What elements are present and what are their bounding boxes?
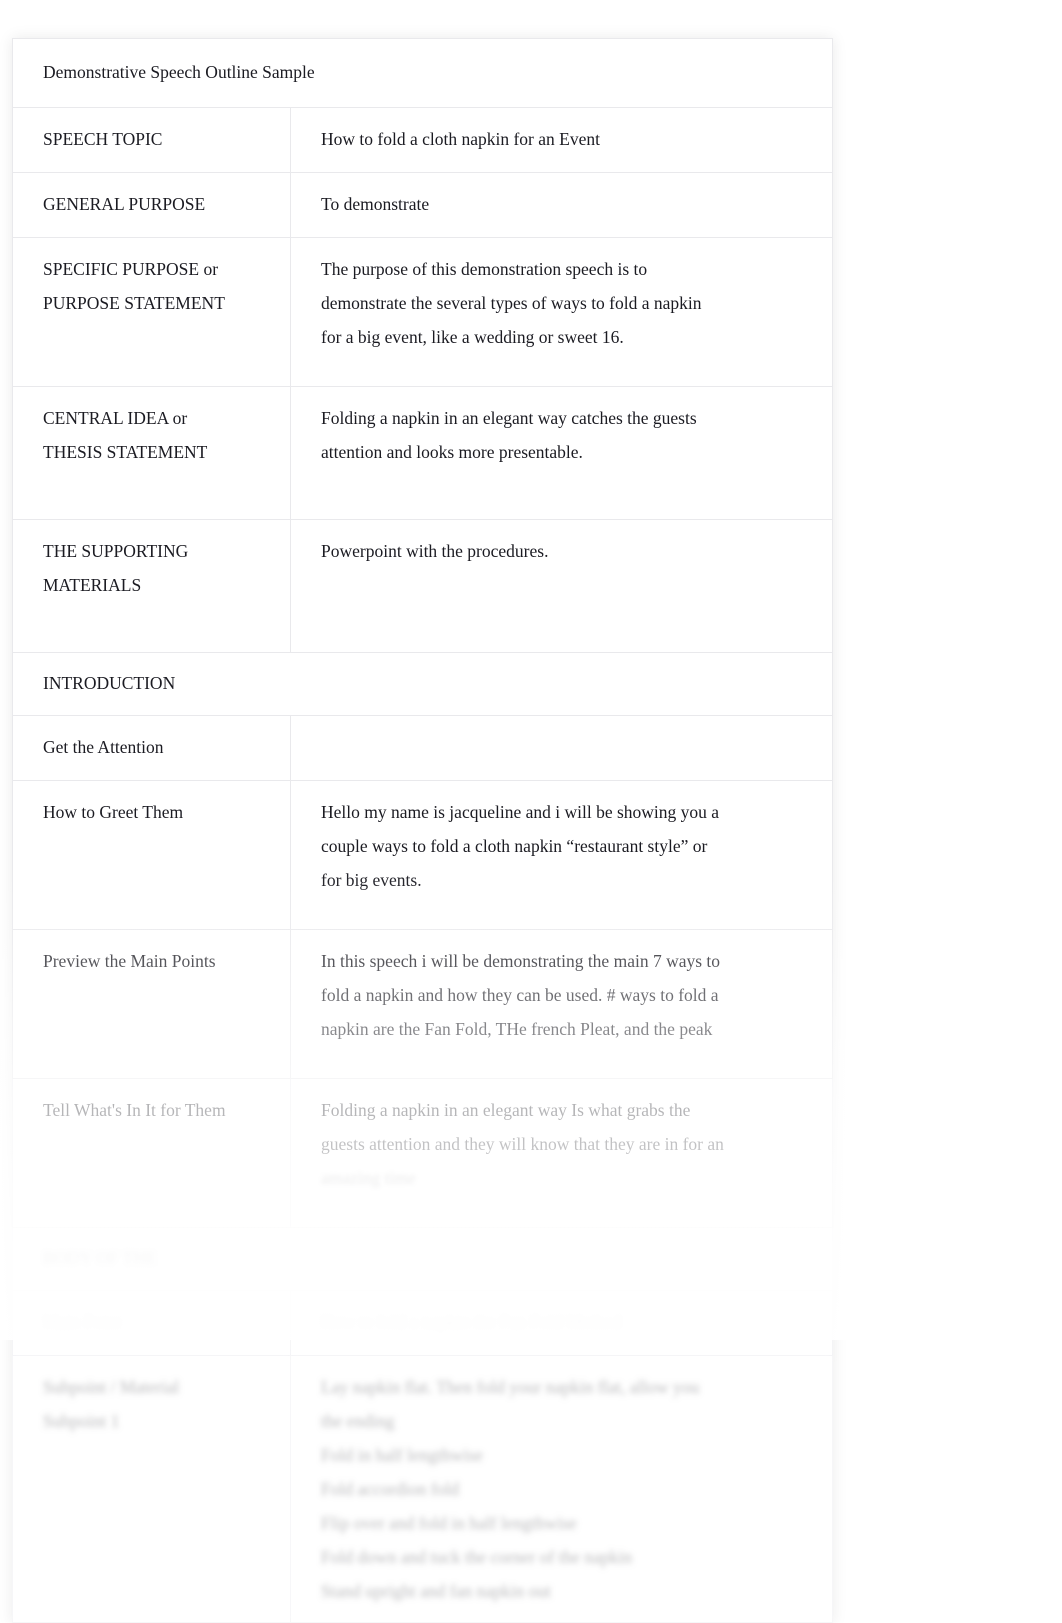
table-row: Get the Attention bbox=[12, 715, 834, 781]
value-line: the ending bbox=[321, 1411, 395, 1431]
value-line: for big events. bbox=[321, 870, 422, 890]
value-line: Fold accordion fold bbox=[321, 1479, 460, 1499]
table-row: Tell What's In It for Them Folding a nap… bbox=[12, 1078, 834, 1228]
row-label: Get the Attention bbox=[12, 715, 291, 781]
row-value bbox=[289, 715, 834, 781]
value-line: demonstrate the several types of ways to… bbox=[321, 293, 702, 313]
table-row-section-introduction: INTRODUCTION bbox=[11, 652, 834, 716]
row-label: How to Greet Them bbox=[12, 780, 291, 930]
document-title: Demonstrative Speech Outline Sample bbox=[11, 38, 834, 108]
value-line: Fold in half lengthwise bbox=[321, 1445, 483, 1465]
value-line: guests attention and they will know that… bbox=[321, 1134, 724, 1154]
section-header-introduction: INTRODUCTION bbox=[11, 652, 834, 716]
table-row: CENTRAL IDEA or THESIS STATEMENT Folding… bbox=[12, 386, 834, 520]
value-line: napkin are the Fan Fold, THe french Plea… bbox=[321, 1019, 713, 1039]
value-line: amazing time bbox=[321, 1168, 416, 1188]
value-line: How to fold a napkin the Fan Fold Method bbox=[321, 1312, 622, 1332]
table-row: Preview the Main Points In this speech i… bbox=[12, 929, 834, 1079]
row-value: Lay napkin flat. Then fold your napkin f… bbox=[289, 1355, 834, 1623]
label-line: Subpoint / Material bbox=[43, 1377, 180, 1397]
row-value: To demonstrate bbox=[289, 172, 834, 238]
value-line: couple ways to fold a cloth napkin “rest… bbox=[321, 836, 708, 856]
speech-outline-table: Demonstrative Speech Outline Sample SPEE… bbox=[11, 38, 834, 1623]
label-line: THE SUPPORTING bbox=[43, 541, 189, 561]
document-page: Demonstrative Speech Outline Sample SPEE… bbox=[0, 0, 1062, 1623]
row-value: Folding a napkin in an elegant way catch… bbox=[289, 386, 834, 520]
table-row: How to Greet Them Hello my name is jacqu… bbox=[12, 780, 834, 930]
table-row: SPEECH TOPIC How to fold a cloth napkin … bbox=[12, 107, 834, 173]
value-line: Stand upright and fan napkin out bbox=[321, 1581, 551, 1601]
row-label: Main Point bbox=[12, 1290, 291, 1356]
row-value: How to fold a napkin the Fan Fold Method bbox=[289, 1290, 834, 1356]
label-line: Subpoint 1 bbox=[43, 1411, 120, 1431]
table-row: SPECIFIC PURPOSE or PURPOSE STATEMENT Th… bbox=[12, 237, 834, 387]
value-line: In this speech i will be demonstrating t… bbox=[321, 951, 721, 971]
value-line: How to fold a cloth napkin for an Event bbox=[321, 129, 600, 149]
row-label: THE SUPPORTING MATERIALS bbox=[12, 519, 291, 653]
row-label: GENERAL PURPOSE bbox=[12, 172, 291, 238]
label-line: SPECIFIC PURPOSE or bbox=[43, 259, 219, 279]
value-line: Folding a napkin in an elegant way catch… bbox=[321, 408, 697, 428]
label-line: PURPOSE STATEMENT bbox=[43, 293, 225, 313]
label-line: CENTRAL IDEA or bbox=[43, 408, 188, 428]
row-label: SPEECH TOPIC bbox=[12, 107, 291, 173]
row-value: Folding a napkin in an elegant way Is wh… bbox=[289, 1078, 834, 1228]
value-line: Powerpoint with the procedures. bbox=[321, 541, 549, 561]
row-value: Hello my name is jacqueline and i will b… bbox=[289, 780, 834, 930]
row-value: How to fold a cloth napkin for an Event bbox=[289, 107, 834, 173]
table-row: Main Point How to fold a napkin the Fan … bbox=[12, 1290, 834, 1356]
value-line: The purpose of this demonstration speech… bbox=[321, 259, 648, 279]
row-label: Tell What's In It for Them bbox=[12, 1078, 291, 1228]
label-line: THESIS STATEMENT bbox=[43, 442, 208, 462]
label-line: MATERIALS bbox=[43, 575, 142, 595]
row-value: The purpose of this demonstration speech… bbox=[289, 237, 834, 387]
row-label: Subpoint / Material Subpoint 1 bbox=[12, 1355, 291, 1623]
value-line: Folding a napkin in an elegant way Is wh… bbox=[321, 1100, 691, 1120]
table-row: THE SUPPORTING MATERIALS Powerpoint with… bbox=[12, 519, 834, 653]
value-line: attention and looks more presentable. bbox=[321, 442, 583, 462]
value-line: Hello my name is jacqueline and i will b… bbox=[321, 802, 720, 822]
value-line: Flip over and fold in half lengthwise bbox=[321, 1513, 577, 1533]
row-value: In this speech i will be demonstrating t… bbox=[289, 929, 834, 1079]
row-label: Preview the Main Points bbox=[12, 929, 291, 1079]
value-line: To demonstrate bbox=[321, 194, 430, 214]
row-label: CENTRAL IDEA or THESIS STATEMENT bbox=[12, 386, 291, 520]
value-line: Lay napkin flat. Then fold your napkin f… bbox=[321, 1377, 700, 1397]
table-row-title: Demonstrative Speech Outline Sample bbox=[11, 38, 834, 108]
value-line: for a big event, like a wedding or sweet… bbox=[321, 327, 624, 347]
value-line: fold a napkin and how they can be used. … bbox=[321, 985, 719, 1005]
section-header-body: BODY OF THE bbox=[11, 1227, 834, 1291]
table-row: Subpoint / Material Subpoint 1 Lay napki… bbox=[12, 1355, 834, 1623]
table-row: GENERAL PURPOSE To demonstrate bbox=[12, 172, 834, 238]
row-value: Powerpoint with the procedures. bbox=[289, 519, 834, 653]
row-label: SPECIFIC PURPOSE or PURPOSE STATEMENT bbox=[12, 237, 291, 387]
table-row-section-body: BODY OF THE bbox=[11, 1227, 834, 1291]
value-line: Fold down and tuck the corner of the nap… bbox=[321, 1547, 633, 1567]
